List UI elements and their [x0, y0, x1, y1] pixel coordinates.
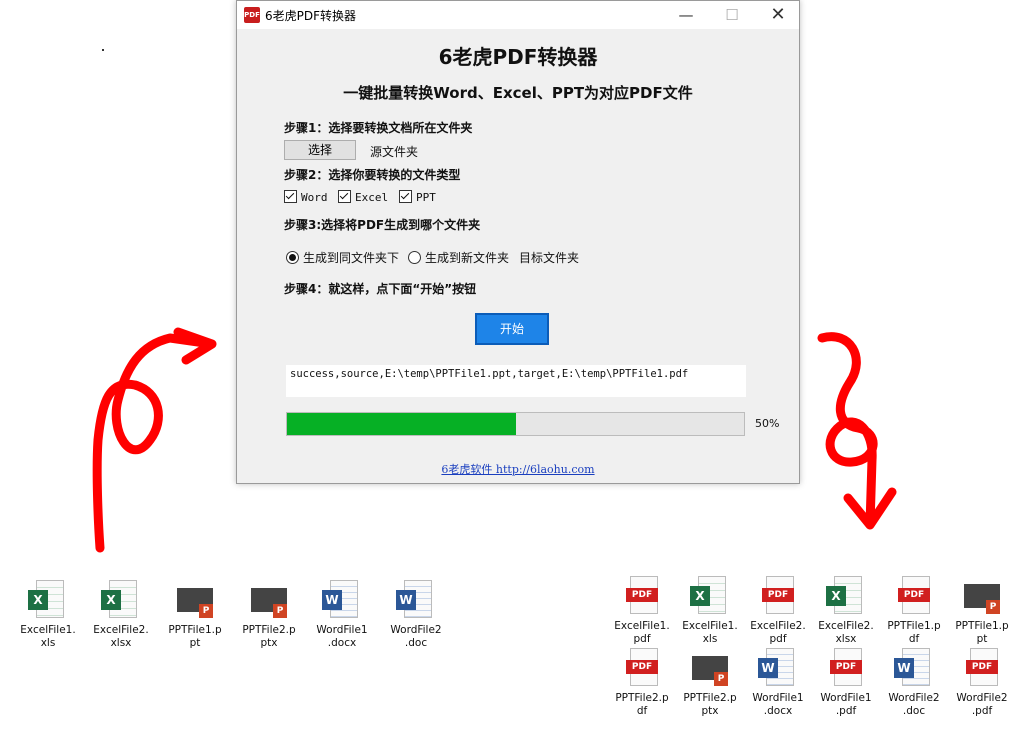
file-name: PPTFile2.p ptx [242, 624, 296, 649]
excel-checkbox-label: Excel [355, 191, 389, 204]
website-link[interactable]: 6老虎软件 http://6laohu.com [237, 461, 799, 477]
pdf-icon: PDF [758, 576, 798, 616]
file-item[interactable]: PDF WordFile2 .pdf [948, 648, 1016, 718]
excel-icon: X [101, 580, 141, 620]
maximize-button[interactable]: ☐ [709, 1, 755, 29]
file-item[interactable]: PDF ExcelFile2. pdf [744, 576, 812, 646]
file-name: WordFile1 .docx [752, 692, 804, 717]
checkbox-checked-icon [399, 190, 412, 203]
file-item[interactable]: X ExcelFile2. xlsx [812, 576, 880, 646]
close-button[interactable]: ✕ [755, 1, 801, 29]
select-folder-button[interactable]: 选择 [284, 140, 356, 160]
app-subheading: 一键批量转换Word、Excel、PPT为对应PDF文件 [343, 84, 693, 102]
ppt-checkbox[interactable]: PPT [399, 190, 436, 204]
file-name: PPTFile1.p pt [955, 620, 1009, 645]
file-name: ExcelFile1. pdf [614, 620, 670, 645]
excel-icon: X [690, 576, 730, 616]
new-folder-radio[interactable]: 生成到新文件夹 [408, 249, 509, 266]
new-folder-radio-label: 生成到新文件夹 [425, 251, 510, 265]
file-name: ExcelFile1. xls [682, 620, 738, 645]
source-folder-view: X ExcelFile1. xls X ExcelFile2. xlsx P PPTFil… [0, 562, 598, 751]
checkbox-checked-icon [338, 190, 351, 203]
result-folder-view: PDF ExcelFile1. pdf X ExcelFile1. xls PDF Exc… [600, 562, 1024, 751]
excel-checkbox[interactable]: Excel [338, 190, 388, 204]
file-item[interactable]: X ExcelFile1. xls [14, 580, 82, 650]
pdf-icon: PDF [622, 576, 662, 616]
file-item[interactable]: X ExcelFile1. xls [676, 576, 744, 646]
start-button[interactable]: 开始 [475, 313, 549, 345]
same-folder-radio[interactable]: 生成到同文件夹下 [286, 249, 399, 266]
file-item[interactable]: W WordFile2 .doc [880, 648, 948, 718]
app-logo-icon: PDF [244, 7, 260, 23]
file-item[interactable]: W WordFile1 .docx [308, 580, 376, 650]
word-checkbox[interactable]: Word [284, 190, 328, 204]
file-name: ExcelFile2. pdf [750, 620, 806, 645]
ppt-icon: P [249, 580, 289, 620]
pdf-icon: PDF [962, 648, 1002, 688]
ppt-checkbox-label: PPT [416, 191, 436, 204]
file-name: WordFile1 .pdf [820, 692, 872, 717]
right-arrow-annotation [817, 332, 897, 530]
file-name: WordFile1 .docx [316, 624, 368, 649]
ppt-icon: P [690, 648, 730, 688]
pdf-icon: PDF [826, 648, 866, 688]
step3-label: 步骤3:选择将PDF生成到哪个文件夹 [284, 218, 481, 232]
file-name: ExcelFile1. xls [20, 624, 76, 649]
file-item[interactable]: P PPTFile2.p ptx [676, 648, 744, 718]
file-name: PPTFile1.p df [887, 620, 941, 645]
converter-window: PDF 6老虎PDF转换器 — ☐ ✕ 6老虎PDF转换器 一键批量转换Word… [236, 0, 800, 484]
file-item[interactable]: PDF PPTFile2.p df [608, 648, 676, 718]
file-item[interactable]: X ExcelFile2. xlsx [87, 580, 155, 650]
ppt-icon: P [962, 576, 1002, 616]
window-title: 6老虎PDF转换器 [265, 9, 357, 23]
word-icon: W [322, 580, 362, 620]
file-item[interactable]: W WordFile2 .doc [382, 580, 450, 650]
radio-unselected-icon [408, 251, 421, 264]
ppt-icon: P [175, 580, 215, 620]
file-item[interactable]: PDF WordFile1 .pdf [812, 648, 880, 718]
file-name: WordFile2 .pdf [956, 692, 1008, 717]
file-item[interactable]: P PPTFile1.p pt [948, 576, 1016, 646]
target-folder-label: 目标文件夹 [519, 251, 580, 265]
step4-label: 步骤4：就这样，点下面“开始”按钮 [284, 282, 477, 296]
progress-percent: 50% [755, 417, 780, 430]
minimize-button[interactable]: — [663, 1, 709, 29]
log-output: success,source,E:\temp\PPTFile1.ppt,targ… [286, 365, 746, 397]
file-name: WordFile2 .doc [390, 624, 442, 649]
excel-icon: X [28, 580, 68, 620]
file-name: PPTFile2.p ptx [683, 692, 737, 717]
word-icon: W [758, 648, 798, 688]
file-item[interactable]: W WordFile1 .docx [744, 648, 812, 718]
word-icon: W [396, 580, 436, 620]
pdf-icon: PDF [622, 648, 662, 688]
checkbox-checked-icon [284, 190, 297, 203]
word-checkbox-label: Word [301, 191, 328, 204]
progress-fill [287, 413, 516, 435]
same-folder-radio-label: 生成到同文件夹下 [303, 251, 400, 265]
title-bar: PDF 6老虎PDF转换器 — ☐ ✕ [237, 1, 799, 29]
excel-icon: X [826, 576, 866, 616]
radio-selected-icon [286, 251, 299, 264]
file-name: PPTFile1.p pt [168, 624, 222, 649]
file-name: PPTFile2.p df [615, 692, 669, 717]
file-item[interactable]: P PPTFile2.p ptx [235, 580, 303, 650]
file-item[interactable]: PDF ExcelFile1. pdf [608, 576, 676, 646]
word-icon: W [894, 648, 934, 688]
file-item[interactable]: P PPTFile1.p pt [161, 580, 229, 650]
file-name: ExcelFile2. xlsx [93, 624, 149, 649]
file-item[interactable]: PDF PPTFile1.p df [880, 576, 948, 646]
left-arrow-annotation [92, 327, 217, 553]
step2-label: 步骤2：选择你要转换的文件类型 [284, 168, 461, 182]
pdf-icon: PDF [894, 576, 934, 616]
source-folder-label: 源文件夹 [370, 145, 419, 159]
progress-bar [286, 412, 745, 436]
step1-label: 步骤1：选择要转换文档所在文件夹 [284, 121, 473, 135]
app-heading: 6老虎PDF转换器 [438, 45, 598, 69]
file-name: WordFile2 .doc [888, 692, 940, 717]
file-name: ExcelFile2. xlsx [818, 620, 874, 645]
